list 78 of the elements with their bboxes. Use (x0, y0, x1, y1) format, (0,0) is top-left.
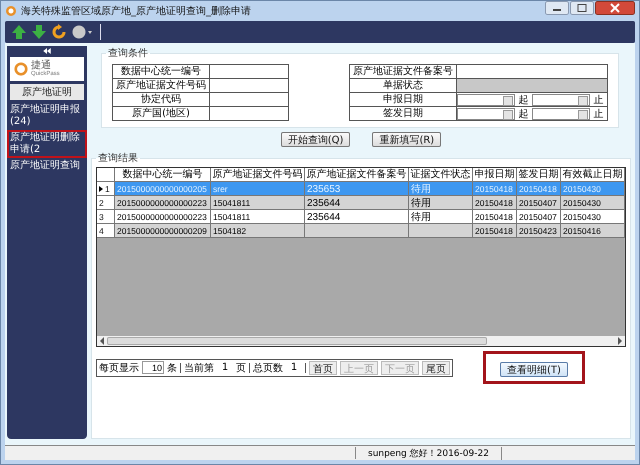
query-button[interactable]: 重新填写(R) (372, 132, 442, 147)
table-cell: 20150418 (475, 184, 513, 194)
row-index: 4 (99, 224, 104, 238)
range-to-label: 止 (592, 108, 604, 120)
current-row-icon (99, 186, 103, 192)
pager-label: 页 (236, 362, 246, 374)
date-picker[interactable] (457, 108, 515, 120)
maximize-icon[interactable] (570, 1, 594, 15)
table-cell: 2015000000000000209 (117, 226, 207, 236)
range-from-label: 起 (518, 94, 530, 106)
current-page: 1 (220, 362, 230, 373)
table-cell: 235644 (307, 212, 340, 223)
date-picker[interactable] (457, 94, 515, 106)
pager-button[interactable]: 首页 (309, 360, 337, 374)
logo-name: 捷通 (31, 61, 51, 71)
pager-label: 每页显示 (99, 362, 139, 374)
per-page-field[interactable]: 10 (142, 361, 164, 374)
table-cell: 20150418 (475, 198, 513, 208)
collapse-icon[interactable] (42, 48, 52, 54)
window-title: 海关特殊监管区域原产地_原产地证明查询_删除申请 (21, 4, 251, 18)
up-arrow-icon[interactable] (11, 24, 27, 40)
minimize-icon[interactable] (545, 1, 569, 15)
view-details-button[interactable]: 查看明细(T) (500, 362, 568, 377)
table-cell: srer (213, 184, 228, 194)
logo-icon (14, 62, 28, 76)
table-cell: 2015000000000000223 (117, 212, 207, 222)
table-row[interactable]: 4 2015000000000000209 1504182 20150418 20150423 20150416 (97, 224, 625, 238)
scroll-left-icon[interactable] (99, 337, 105, 345)
table-cell: 20150407 (519, 212, 557, 222)
query-button[interactable]: 开始查询(Q) (280, 132, 350, 147)
date-picker[interactable] (532, 108, 590, 120)
table-cell: 20150407 (519, 198, 557, 208)
table-cell: 2015000000000000205 (117, 184, 207, 194)
table-cell: 235644 (307, 198, 340, 209)
row-index: 1 (105, 182, 110, 196)
results-title: 查询结果 (97, 152, 139, 165)
query-title: 查询条件 (107, 46, 149, 60)
table-cell: 20150416 (563, 226, 601, 236)
table-cell: 20150423 (519, 226, 557, 236)
table-cell: 20150430 (563, 212, 601, 222)
table-cell: 20150430 (563, 184, 601, 194)
table-cell: 2015000000000000223 (117, 198, 207, 208)
sidebar-section-title[interactable]: 原产地证明 (10, 84, 84, 100)
table-cell: 15041811 (213, 212, 250, 222)
app-icon (5, 5, 17, 17)
date-picker[interactable] (532, 94, 590, 106)
table-cell: 20150430 (563, 198, 601, 208)
table-row[interactable]: 3 2015000000000000223 15041811 235644 待用 20150418 20150407 20150430 (97, 210, 625, 224)
table-cell: 15041811 (213, 198, 250, 208)
table-row[interactable]: 2 2015000000000000223 15041811 235644 待用 20150418 20150407 20150430 (97, 196, 625, 210)
table-cell: 20150418 (475, 212, 513, 222)
range-to-label: 止 (592, 94, 604, 106)
horizontal-scrollbar[interactable] (97, 336, 625, 346)
row-index: 2 (99, 196, 104, 210)
table-cell: 待用 (411, 198, 431, 209)
pager-button[interactable]: 尾页 (422, 360, 450, 374)
sidebar-item[interactable]: 原产地证明删除申请(2 (7, 130, 87, 158)
pager-label: 总页数 (253, 362, 283, 374)
range-from-label: 起 (518, 108, 530, 120)
circle-dropdown-icon[interactable] (71, 24, 93, 40)
table-cell: 待用 (411, 184, 431, 195)
scroll-right-icon[interactable] (617, 337, 623, 345)
sidebar-item[interactable]: 原产地证明查询 (7, 158, 87, 174)
refresh-icon[interactable] (51, 24, 67, 40)
row-index: 3 (99, 210, 104, 224)
table-cell: 20150418 (519, 184, 557, 194)
table-cell: 1504182 (213, 226, 246, 236)
status-user-text: sunpeng 您好！2016-09-22 (356, 446, 502, 460)
pager-label: 条 (167, 362, 177, 374)
table-cell: 20150418 (475, 226, 513, 236)
pager-label: 当前第 (184, 362, 214, 374)
sidebar-item[interactable]: 原产地证明申报(24) (7, 102, 87, 130)
close-icon[interactable] (595, 1, 635, 15)
total-pages: 1 (290, 362, 298, 373)
down-arrow-icon[interactable] (31, 24, 47, 40)
table-cell: 待用 (411, 212, 431, 223)
table-row[interactable]: 1 2015000000000000205 srer 235653 待用 20150418 20150418 20150430 (97, 182, 625, 196)
table-cell: 235653 (307, 184, 340, 195)
